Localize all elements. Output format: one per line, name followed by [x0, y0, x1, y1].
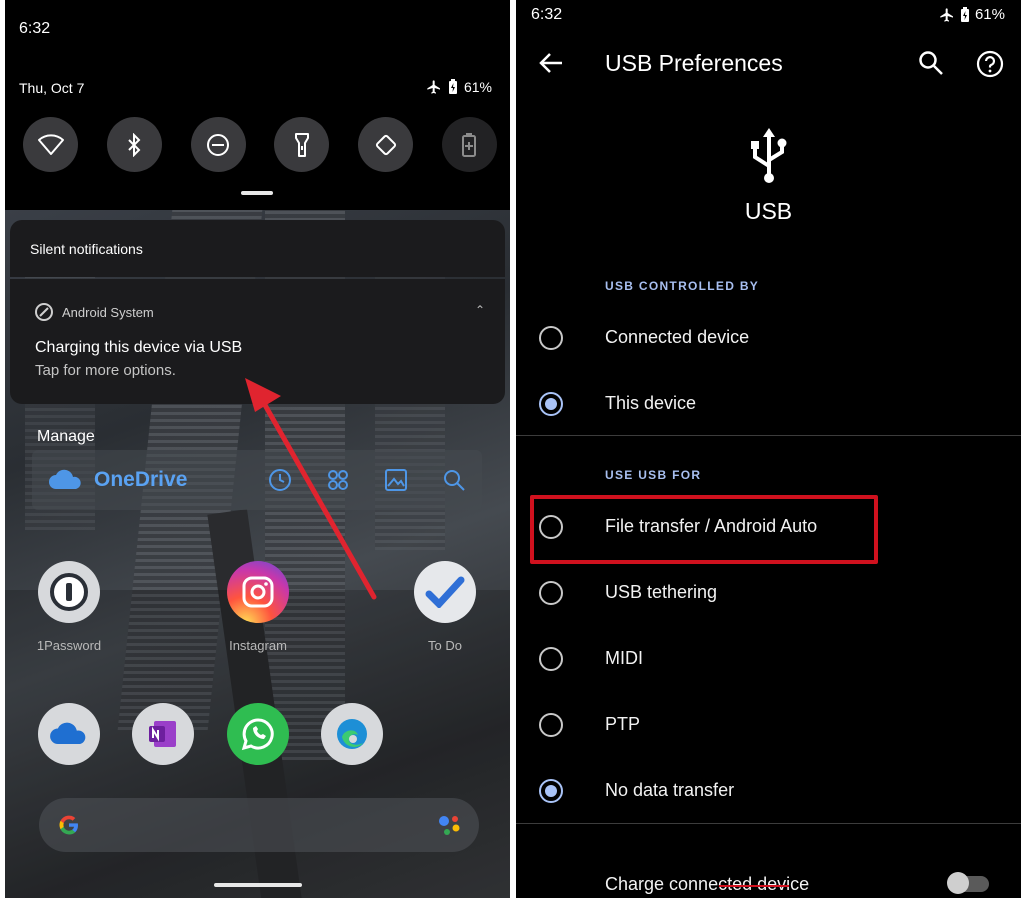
back-arrow-icon[interactable] — [538, 50, 564, 76]
help-icon[interactable] — [976, 50, 1004, 78]
battery-charging-icon — [960, 6, 969, 22]
page-title: USB Preferences — [605, 50, 783, 76]
usb-label: USB — [744, 198, 793, 224]
annotation-highlight-box — [530, 495, 878, 564]
divider — [516, 823, 1021, 824]
option-label: This device — [605, 393, 697, 413]
usb-preferences-screen: 6:32 61% USB Preferences USB USB CONTROL… — [516, 0, 1021, 898]
annotation-arrow — [245, 378, 377, 600]
annotation-strikethrough — [719, 885, 789, 887]
radio-usb-tethering[interactable] — [539, 581, 563, 605]
divider — [516, 435, 1021, 436]
radio-connected-device[interactable] — [539, 326, 563, 350]
option-this-device[interactable]: This device — [516, 376, 1021, 432]
option-midi[interactable]: MIDI — [516, 631, 1021, 687]
option-connected-device[interactable]: Connected device — [516, 310, 1021, 366]
radio-ptp[interactable] — [539, 713, 563, 737]
battery-percent: 61% — [974, 6, 1005, 23]
radio-this-device[interactable] — [539, 392, 563, 416]
status-time: 6:32 — [531, 6, 563, 23]
charge-toggle-thumb[interactable] — [947, 872, 969, 894]
search-icon[interactable] — [918, 50, 944, 76]
option-label: USB tethering — [605, 582, 718, 602]
usb-icon — [751, 128, 787, 183]
radio-midi[interactable] — [539, 647, 563, 671]
option-usb-tethering[interactable]: USB tethering — [516, 565, 1021, 621]
notification-shade-screenshot: 6:32 Thu, Oct 7 61% Silent notifications… — [5, 0, 510, 898]
option-label: No data transfer — [605, 780, 735, 800]
option-label: PTP — [605, 714, 641, 734]
section-use-usb-for: USE USB FOR — [605, 468, 702, 482]
option-no-data-transfer[interactable]: No data transfer — [516, 763, 1021, 819]
radio-no-data-transfer[interactable] — [539, 779, 563, 803]
option-ptp[interactable]: PTP — [516, 697, 1021, 753]
status-icons: 61% — [939, 6, 1005, 23]
section-usb-controlled-by: USB CONTROLLED BY — [605, 279, 760, 293]
airplane-mode-icon — [940, 7, 953, 22]
option-label: Connected device — [605, 327, 750, 347]
option-label: MIDI — [605, 648, 643, 668]
